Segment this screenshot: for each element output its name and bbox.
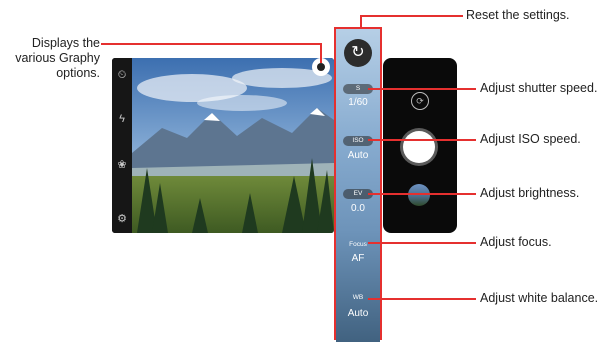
graphy-callout-line1: Displays the xyxy=(31,36,100,50)
flash-off-icon[interactable]: ϟ xyxy=(115,114,129,125)
reset-callout-line xyxy=(360,15,463,17)
graphy-callout-line xyxy=(101,43,321,45)
gallery-thumbnail[interactable] xyxy=(408,184,430,206)
iso-label: ISO xyxy=(343,136,373,146)
preview-image[interactable] xyxy=(132,58,334,233)
graphy-callout-line2: various Graphy xyxy=(15,51,100,65)
graphy-callout-drop xyxy=(320,43,322,63)
capture-panel: ⟳ xyxy=(383,58,457,233)
focus-value[interactable]: AF xyxy=(336,253,380,264)
wb-callout-line xyxy=(368,298,476,300)
callout-frame-right xyxy=(380,27,382,340)
reset-icon[interactable]: ↻ xyxy=(344,39,372,67)
shutter-speed-value[interactable]: 1/60 xyxy=(336,97,380,108)
wb-value[interactable]: Auto xyxy=(336,308,380,319)
focus-callout-line xyxy=(368,242,476,244)
switch-camera-icon[interactable]: ⟳ xyxy=(411,92,429,110)
manual-settings-panel: ↻ S 1/60 ISO Auto EV 0.0 Focus AF WB Aut… xyxy=(336,29,380,342)
graphy-callout-line3: options. xyxy=(56,66,100,80)
left-toolbar: ⏲ ϟ ❀ ⚙ xyxy=(112,58,132,233)
wb-callout-text: Adjust white balance. xyxy=(480,291,599,305)
timer-icon[interactable]: ⏲ xyxy=(115,70,129,81)
iso-value[interactable]: Auto xyxy=(336,150,380,161)
gear-icon[interactable]: ⚙ xyxy=(115,214,129,225)
shutter-button[interactable] xyxy=(403,131,435,163)
ev-value[interactable]: 0.0 xyxy=(336,203,380,214)
brightness-callout-text: Adjust brightness. xyxy=(480,186,580,200)
graphy-callout-text: Displays the various Graphy options. xyxy=(0,36,100,81)
focus-callout-text: Adjust focus. xyxy=(480,235,552,249)
brightness-callout-line xyxy=(368,193,476,195)
shutter-callout-text: Adjust shutter speed. xyxy=(480,81,598,95)
iso-callout-text: Adjust ISO speed. xyxy=(480,132,581,146)
shutter-callout-line xyxy=(368,88,476,90)
callout-frame-top xyxy=(334,27,382,29)
reset-callout-text: Reset the settings. xyxy=(466,8,570,22)
iso-callout-line xyxy=(368,139,476,141)
reset-callout-drop xyxy=(360,15,362,29)
callout-frame-left xyxy=(334,27,336,340)
filter-icon[interactable]: ❀ xyxy=(115,160,129,171)
camera-viewfinder: ⏲ ϟ ❀ ⚙ xyxy=(112,58,334,233)
